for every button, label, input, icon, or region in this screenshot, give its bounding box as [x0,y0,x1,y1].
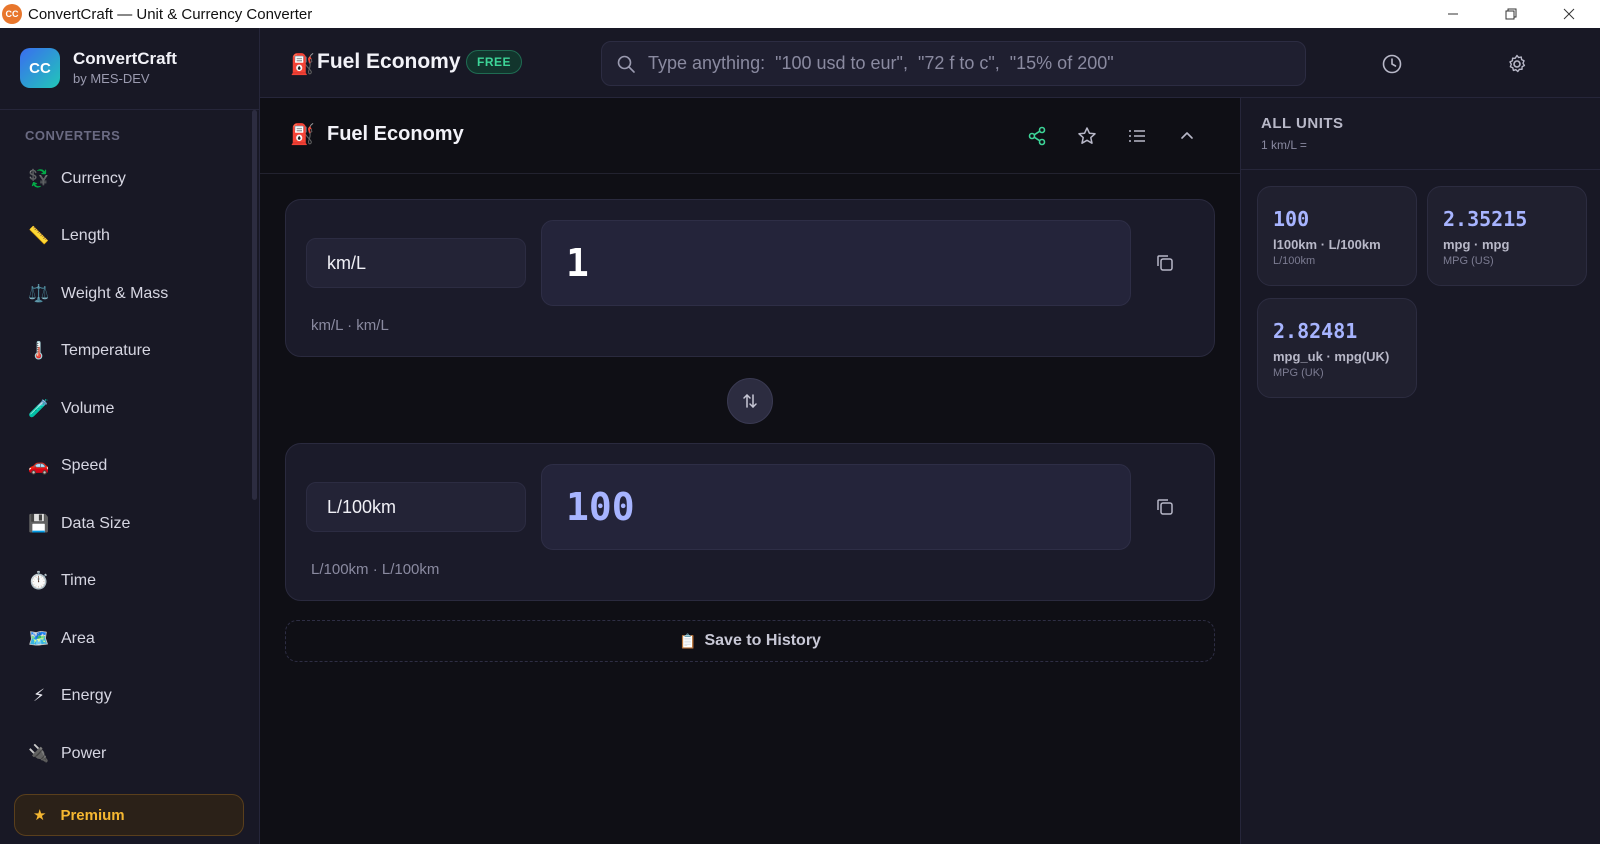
unit-card-name: l100km · L/100km [1273,237,1381,252]
search-bar[interactable] [601,41,1306,86]
unit-card-value: 2.35215 [1443,207,1528,231]
premium-label: Premium [60,806,125,824]
top-header: ⛽ Fuel Economy FREE [260,28,1600,98]
test-tube-icon: 🧪 [28,399,50,418]
brand: CC ConvertCraft by MES-DEV [0,28,260,110]
nav-section-label: CONVERTERS [25,128,121,143]
stopwatch-icon: ⏱️ [28,571,50,590]
sidebar-item-volume[interactable]: 🧪 Volume [14,386,244,432]
brand-byline: by MES-DEV [73,71,150,86]
sidebar-item-label: Weight & Mass [61,285,169,302]
sidebar: CC ConvertCraft by MES-DEV CONVERTERS 💱 … [0,28,260,844]
unit-card-l100km[interactable]: 100 l100km · L/100km L/100km [1257,186,1417,286]
sidebar-item-energy[interactable]: ⚡ Energy [14,673,244,719]
star-icon: ★ [33,807,47,824]
brand-name: ConvertCraft [73,49,177,68]
main-panel: ⛽ Fuel Economy km/L km/L · km/L L/100km … [260,98,1240,844]
page-title: Fuel Economy [317,50,461,73]
from-unit-subtitle: km/L · km/L [311,317,389,334]
restore-icon[interactable] [1482,0,1540,28]
all-units-panel: ALL UNITS 1 km/L = 100 l100km · L/100km … [1240,98,1600,844]
window-title: ConvertCraft — Unit & Currency Converter [28,5,313,23]
search-input[interactable] [648,53,1305,74]
from-value-input[interactable] [566,241,1130,285]
copy-icon[interactable] [1152,250,1178,276]
converter-header: ⛽ Fuel Economy [260,98,1240,174]
fuel-pump-icon: ⛽ [290,54,315,76]
sidebar-item-currency[interactable]: 💱 Currency [14,156,244,202]
unit-card-value: 2.82481 [1273,319,1358,343]
unit-card-name: mpg · mpg [1443,237,1510,252]
result-value: 100 [541,464,1131,550]
sidebar-item-label: Currency [61,170,126,187]
to-unit-subtitle: L/100km · L/100km [311,561,440,578]
lightning-icon: ⚡ [33,686,45,705]
sidebar-item-time[interactable]: ⏱️ Time [14,558,244,604]
scale-icon: ⚖️ [28,284,50,303]
swap-button[interactable] [727,378,773,424]
sidebar-item-temperature[interactable]: 🌡️ Temperature [14,328,244,374]
currency-exchange-icon: 💱 [28,169,50,188]
unit-card-desc: L/100km [1273,255,1316,267]
unit-card-mpg[interactable]: 2.35215 mpg · mpg MPG (US) [1427,186,1587,286]
history-icon[interactable] [1376,48,1408,80]
unit-card-value: 100 [1273,207,1310,231]
premium-button[interactable]: ★ Premium [14,794,244,836]
car-icon: 🚗 [28,456,50,475]
unit-card-desc: MPG (UK) [1273,367,1324,379]
share-icon[interactable] [1021,120,1053,152]
clipboard-icon: 📋 [679,632,697,649]
from-unit-select[interactable]: km/L [306,238,526,288]
fuel-pump-icon: ⛽ [290,124,315,146]
unit-card-name: mpg_uk · mpg(UK) [1273,349,1390,364]
converter-title: Fuel Economy [327,123,464,145]
copy-icon[interactable] [1152,494,1178,520]
star-outline-icon[interactable] [1071,120,1103,152]
plug-icon: 🔌 [28,744,50,763]
close-icon[interactable] [1540,0,1598,28]
from-value-box[interactable] [541,220,1131,306]
sidebar-item-label: Volume [61,400,115,417]
window-titlebar: CC ConvertCraft — Unit & Currency Conver… [0,0,1600,28]
sidebar-item-speed[interactable]: 🚗 Speed [14,443,244,489]
sidebar-item-label: Data Size [61,515,131,532]
sidebar-item-area[interactable]: 🗺️ Area [14,616,244,662]
sidebar-item-power[interactable]: 🔌 Power [14,731,244,777]
unit-card-mpg-uk[interactable]: 2.82481 mpg_uk · mpg(UK) MPG (UK) [1257,298,1417,398]
all-units-title: ALL UNITS [1261,115,1344,132]
sidebar-item-label: Speed [61,457,108,474]
swap-arrows-icon [743,394,757,408]
map-icon: 🗺️ [28,629,50,648]
sidebar-item-label: Temperature [61,342,151,359]
brand-logo: CC [20,48,60,88]
to-converter-card: L/100km 100 L/100km · L/100km [285,443,1215,601]
chevron-up-icon[interactable] [1171,120,1203,152]
unit-card-desc: MPG (US) [1443,255,1494,267]
ruler-icon: 📏 [28,226,50,245]
sidebar-scrollbar[interactable] [252,110,257,500]
all-units-header: ALL UNITS 1 km/L = [1241,98,1600,170]
floppy-disk-icon: 💾 [28,514,50,533]
sidebar-item-weight-mass[interactable]: ⚖️ Weight & Mass [14,271,244,317]
sidebar-item-label: Length [61,227,110,244]
all-units-subtitle: 1 km/L = [1261,138,1307,152]
sidebar-item-label: Area [61,630,95,647]
to-unit-select[interactable]: L/100km [306,482,526,532]
app-logo-icon: CC [2,4,22,24]
sidebar-item-label: Time [61,572,96,589]
sidebar-item-length[interactable]: 📏 Length [14,213,244,259]
save-to-history-button[interactable]: 📋 Save to History [285,620,1215,662]
gear-icon[interactable] [1501,48,1533,80]
save-label: Save to History [704,632,821,649]
thermometer-icon: 🌡️ [28,341,50,360]
from-converter-card: km/L km/L · km/L [285,199,1215,357]
list-icon[interactable] [1121,120,1153,152]
minimize-icon[interactable] [1424,0,1482,28]
sidebar-item-data-size[interactable]: 💾 Data Size [14,501,244,547]
sidebar-item-label: Power [61,745,107,762]
status-badge: FREE [466,50,523,74]
search-icon [617,55,635,73]
sidebar-item-label: Energy [61,687,112,704]
